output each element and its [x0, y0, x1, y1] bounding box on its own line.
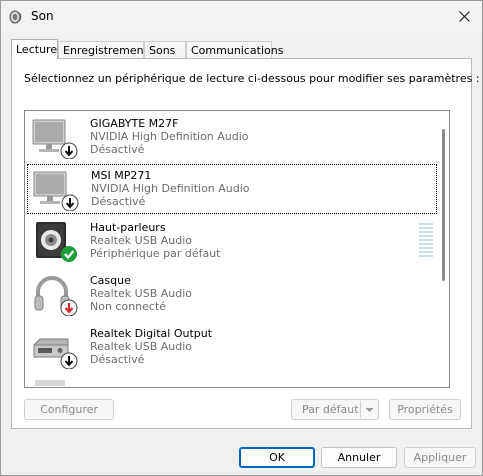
ok-button[interactable]: OK	[239, 447, 315, 468]
device-status: Désactivé	[90, 143, 145, 156]
monitor-icon	[32, 119, 78, 159]
down-arrow-badge	[60, 352, 78, 369]
set-default-label: Par défaut	[302, 403, 359, 416]
properties-button[interactable]: Propriétés	[389, 399, 461, 420]
device-item[interactable]: Haut-parleurs Realtek USB Audio Périphér…	[27, 217, 437, 267]
device-status: Désactivé	[90, 353, 145, 366]
device-driver: Realtek USB Audio	[90, 340, 193, 353]
down-arrow-badge	[60, 142, 78, 159]
device-status: Non connecté	[90, 300, 167, 313]
tab-communications[interactable]: Communications	[186, 41, 283, 58]
sound-dialog: Son Lecture Enregistrement Sons Communic…	[0, 0, 483, 476]
device-name: GIGABYTE M27F	[90, 117, 179, 130]
down-arrow-badge	[61, 194, 79, 211]
green-check-badge	[61, 246, 77, 262]
apply-label: Appliquer	[413, 451, 467, 464]
device-driver: NVIDIA High Definition Audio	[91, 182, 250, 195]
vertical-scrollbar[interactable]	[438, 111, 448, 387]
device-driver: NVIDIA High Definition Audio	[90, 130, 249, 143]
properties-label: Propriétés	[397, 403, 453, 416]
device-item[interactable]: Realtek Digital Output Realtek USB Audio…	[27, 323, 437, 373]
monitor-icon	[33, 171, 79, 211]
device-status: Périphérique par défaut	[90, 247, 221, 260]
volume-level-meter	[419, 223, 433, 261]
device-item[interactable]: MSI MP271 NVIDIA High Definition Audio D…	[27, 164, 437, 214]
close-button[interactable]	[446, 1, 482, 32]
scrollbar-thumb[interactable]	[442, 129, 445, 281]
apply-button[interactable]: Appliquer	[404, 447, 476, 468]
configure-button[interactable]: Configurer	[24, 399, 114, 420]
tab-sons[interactable]: Sons	[144, 41, 186, 58]
tab-enregistrement[interactable]: Enregistrement	[58, 41, 148, 58]
cancel-label: Annuler	[337, 451, 381, 464]
chevron-down-icon	[365, 408, 374, 412]
window-title: Son	[31, 9, 54, 23]
device-icon	[35, 380, 65, 386]
device-item[interactable]: Casque Realtek USB Audio Non connecté	[27, 270, 437, 320]
device-item[interactable]: GIGABYTE M27F NVIDIA High Definition Aud…	[27, 113, 437, 163]
device-name: Haut-parleurs	[90, 221, 166, 234]
device-status: Désactivé	[91, 195, 146, 208]
device-item-partial[interactable]	[27, 376, 437, 387]
cancel-button[interactable]: Annuler	[321, 447, 397, 468]
device-name: MSI MP271	[91, 169, 152, 182]
close-icon	[458, 11, 470, 22]
device-name: Realtek Digital Output	[90, 327, 213, 340]
ok-label: OK	[269, 451, 285, 464]
speaker-icon	[36, 222, 77, 262]
speaker-app-icon	[9, 10, 22, 24]
set-default-button[interactable]: Par défaut	[291, 399, 379, 420]
headphones-icon	[34, 276, 78, 316]
set-default-dropdown[interactable]	[360, 401, 378, 418]
device-list[interactable]: GIGABYTE M27F NVIDIA High Definition Aud…	[24, 110, 450, 388]
red-down-arrow-badge	[60, 299, 78, 316]
instruction-text: Sélectionnez un périphérique de lecture …	[24, 72, 480, 85]
title-bar[interactable]: Son	[1, 1, 482, 32]
tab-panel: Sélectionnez un périphérique de lecture …	[11, 58, 480, 429]
digital-output-icon	[33, 338, 78, 369]
tab-lecture[interactable]: Lecture	[11, 39, 58, 59]
device-driver: Realtek USB Audio	[90, 287, 193, 300]
device-driver: Realtek USB Audio	[90, 234, 193, 247]
configure-label: Configurer	[40, 403, 98, 416]
device-name: Casque	[90, 274, 131, 287]
